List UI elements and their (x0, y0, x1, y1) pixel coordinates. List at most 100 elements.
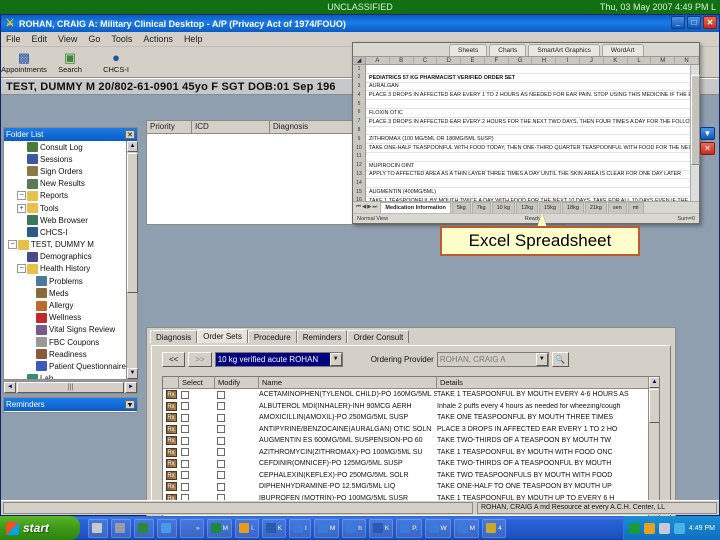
window-titlebar[interactable]: ⚔ ROHAN, CRAIG A: Military Clinical Desk… (1, 15, 719, 32)
modify-checkbox-cell[interactable] (215, 413, 259, 422)
monitor-icon[interactable] (658, 522, 670, 534)
excel-row[interactable]: 15 AUGMENTIN (400MG/5ML) (353, 187, 699, 197)
medication-row[interactable]: Rx AZITHROMYCIN(ZITHROMAX)-PO 100MG/5ML S… (163, 447, 659, 459)
modify-checkbox-cell[interactable] (215, 448, 259, 457)
excel-row[interactable]: 10 TAKE ONE-HALF TEASPOONFUL WITH FOOD TO… (353, 143, 699, 153)
excel-column-header[interactable]: G (509, 57, 533, 64)
excel-sheet-tab[interactable]: Medication Information (380, 202, 451, 213)
excel-column-header[interactable]: M (651, 57, 676, 64)
excel-sheet-tab[interactable]: 18kg (561, 202, 584, 213)
excel-row[interactable]: 2 PEDIATRICS 57 KG PHARMACIST VERIFIED OR… (353, 73, 699, 83)
excel-cell[interactable]: AURALGAN (366, 83, 699, 89)
modify-checkbox[interactable] (217, 471, 225, 480)
medication-row[interactable]: Rx AUGMENTIN ES 600MG/5ML SUSPENSION-PO 6… (163, 435, 659, 447)
folder-tree-item[interactable]: Consult Log (4, 141, 126, 153)
menu-item-help[interactable]: Help (183, 34, 204, 44)
excel-row[interactable]: 13 APPLY TO AFFECTED AREA AS A THIN LAYER… (353, 170, 699, 180)
menu-item-view[interactable]: View (57, 34, 78, 44)
excel-sheet-grid[interactable]: 1 2 PEDIATRICS 57 KG PHARMACIST VERIFIED O… (353, 65, 699, 201)
select-checkbox-cell[interactable] (179, 390, 215, 399)
excel-cell[interactable]: AUGMENTIN (400MG/5ML) (366, 189, 699, 195)
taskbar-item[interactable]: h (342, 518, 366, 538)
excel-row-header[interactable]: 6 (353, 108, 366, 118)
excel-row[interactable]: 14 (353, 178, 699, 189)
modify-checkbox[interactable] (217, 402, 225, 411)
folder-tree-item[interactable]: New Results (4, 178, 126, 190)
col-name[interactable]: Name (259, 377, 437, 389)
excel-cell[interactable]: ZITHROMAX (100 MG/5ML OR 180MG/5ML SUSP) (366, 136, 699, 142)
excel-sheet-tab[interactable]: 7kg (471, 202, 491, 213)
excel-minimize-button[interactable]: ▼ (700, 127, 715, 140)
excel-row-header[interactable]: 13 (353, 170, 366, 179)
medication-row[interactable]: Rx AMOXICILLIN(AMOXIL)-PO 250MG/5ML SUSP T… (163, 412, 659, 424)
excel-column-header[interactable]: I (556, 57, 581, 64)
taskbar-item[interactable]: » (180, 518, 204, 538)
folder-tree-item[interactable]: + Tools (4, 202, 126, 214)
folder-hscroll-thumb[interactable]: ||| (17, 382, 124, 393)
excel-gallery-tab[interactable]: SmartArt Graphics (528, 44, 600, 56)
taskbar-item[interactable] (157, 518, 177, 538)
folder-tree-item[interactable]: FBC Coupons (4, 336, 126, 348)
excel-cell[interactable]: MUPIROCIN OINT (366, 163, 699, 169)
excel-column-header[interactable]: J (580, 57, 604, 64)
taskbar-item[interactable]: K (261, 518, 287, 538)
tree-expander-icon[interactable]: − (17, 191, 26, 201)
modify-checkbox[interactable] (217, 425, 225, 434)
excel-gallery-tab[interactable]: Sheets (449, 44, 488, 56)
prev-order-set-button[interactable]: << (162, 352, 186, 367)
excel-sheet-nav[interactable]: ⏮ ◀ ▶ ⏭ (353, 204, 380, 211)
modify-checkbox-cell[interactable] (215, 390, 259, 399)
select-checkbox[interactable] (181, 448, 189, 457)
select-checkbox-cell[interactable] (179, 459, 215, 468)
folder-scroll-up-icon[interactable]: ▲ (127, 141, 138, 152)
med-scroll-thumb[interactable] (649, 389, 659, 423)
folder-tree-item[interactable]: Sign Orders (4, 165, 126, 177)
col-select[interactable]: Select (179, 377, 215, 389)
excel-sheet-tab[interactable]: 21kg (584, 202, 607, 213)
excel-row[interactable]: 12 MUPIROCIN OINT (353, 161, 699, 171)
excel-sheet-tab[interactable]: 10 kg (491, 202, 516, 213)
excel-column-header[interactable]: A (366, 57, 390, 64)
taskbar-item[interactable]: P. (396, 518, 422, 538)
select-checkbox[interactable] (181, 425, 189, 434)
excel-vscrollbar[interactable] (690, 65, 700, 201)
taskbar-item[interactable]: M (206, 518, 233, 538)
chevron-down-icon[interactable]: ▼ (329, 353, 342, 366)
modify-checkbox[interactable] (217, 482, 225, 491)
appointments-button[interactable]: ▩ Appointments (1, 47, 47, 77)
taskbar-item[interactable]: M (313, 518, 340, 538)
taskbar-item[interactable]: K (368, 518, 394, 538)
medication-row[interactable]: Rx CEPHALEXIN(KEFLEX)-PO 250MG/5ML SOLR TA… (163, 470, 659, 482)
taskbar-item[interactable]: 4 (482, 518, 506, 538)
modify-checkbox[interactable] (217, 459, 225, 468)
select-checkbox[interactable] (181, 471, 189, 480)
select-checkbox-cell[interactable] (179, 482, 215, 491)
excel-column-header[interactable]: B (390, 57, 414, 64)
excel-row[interactable]: 3 AURALGAN (353, 82, 699, 92)
outlook-icon[interactable] (643, 522, 655, 534)
excel-row-header[interactable]: 5 (353, 99, 366, 109)
folder-tree-item[interactable]: Sessions (4, 153, 126, 165)
excel-row-header[interactable]: 1 (353, 65, 366, 74)
menu-item-tools[interactable]: Tools (110, 34, 133, 44)
folder-scroll-down-icon[interactable]: ▼ (127, 368, 138, 379)
modify-checkbox[interactable] (217, 390, 225, 399)
ordering-provider-dropdown[interactable]: ROHAN, CRAIG A ▼ (436, 352, 549, 367)
taskbar-item[interactable]: W (424, 518, 451, 538)
taskbar-item[interactable] (88, 518, 108, 538)
folder-tree-item[interactable]: Demographics (4, 251, 126, 263)
excel-sheet-tab[interactable]: sen (607, 202, 627, 213)
modify-checkbox-cell[interactable] (215, 402, 259, 411)
excel-sheet-tab[interactable]: 12kg (516, 202, 539, 213)
excel-row-header[interactable]: 3 (353, 82, 366, 91)
shield-icon[interactable] (628, 522, 640, 534)
folder-tree-item[interactable]: Vital Signs Review (4, 324, 126, 336)
next-order-set-button[interactable]: >> (188, 352, 212, 367)
reminders-collapse-icon[interactable]: ▼ (125, 400, 135, 409)
folder-tree-item[interactable]: Readiness (4, 348, 126, 360)
select-checkbox-cell[interactable] (179, 402, 215, 411)
modify-checkbox[interactable] (217, 436, 225, 445)
select-checkbox-cell[interactable] (179, 425, 215, 434)
order-panel-tabs[interactable]: Diagnosis Order Sets Procedure Reminders Ord… (147, 328, 675, 343)
tree-expander-icon[interactable]: + (17, 203, 26, 213)
